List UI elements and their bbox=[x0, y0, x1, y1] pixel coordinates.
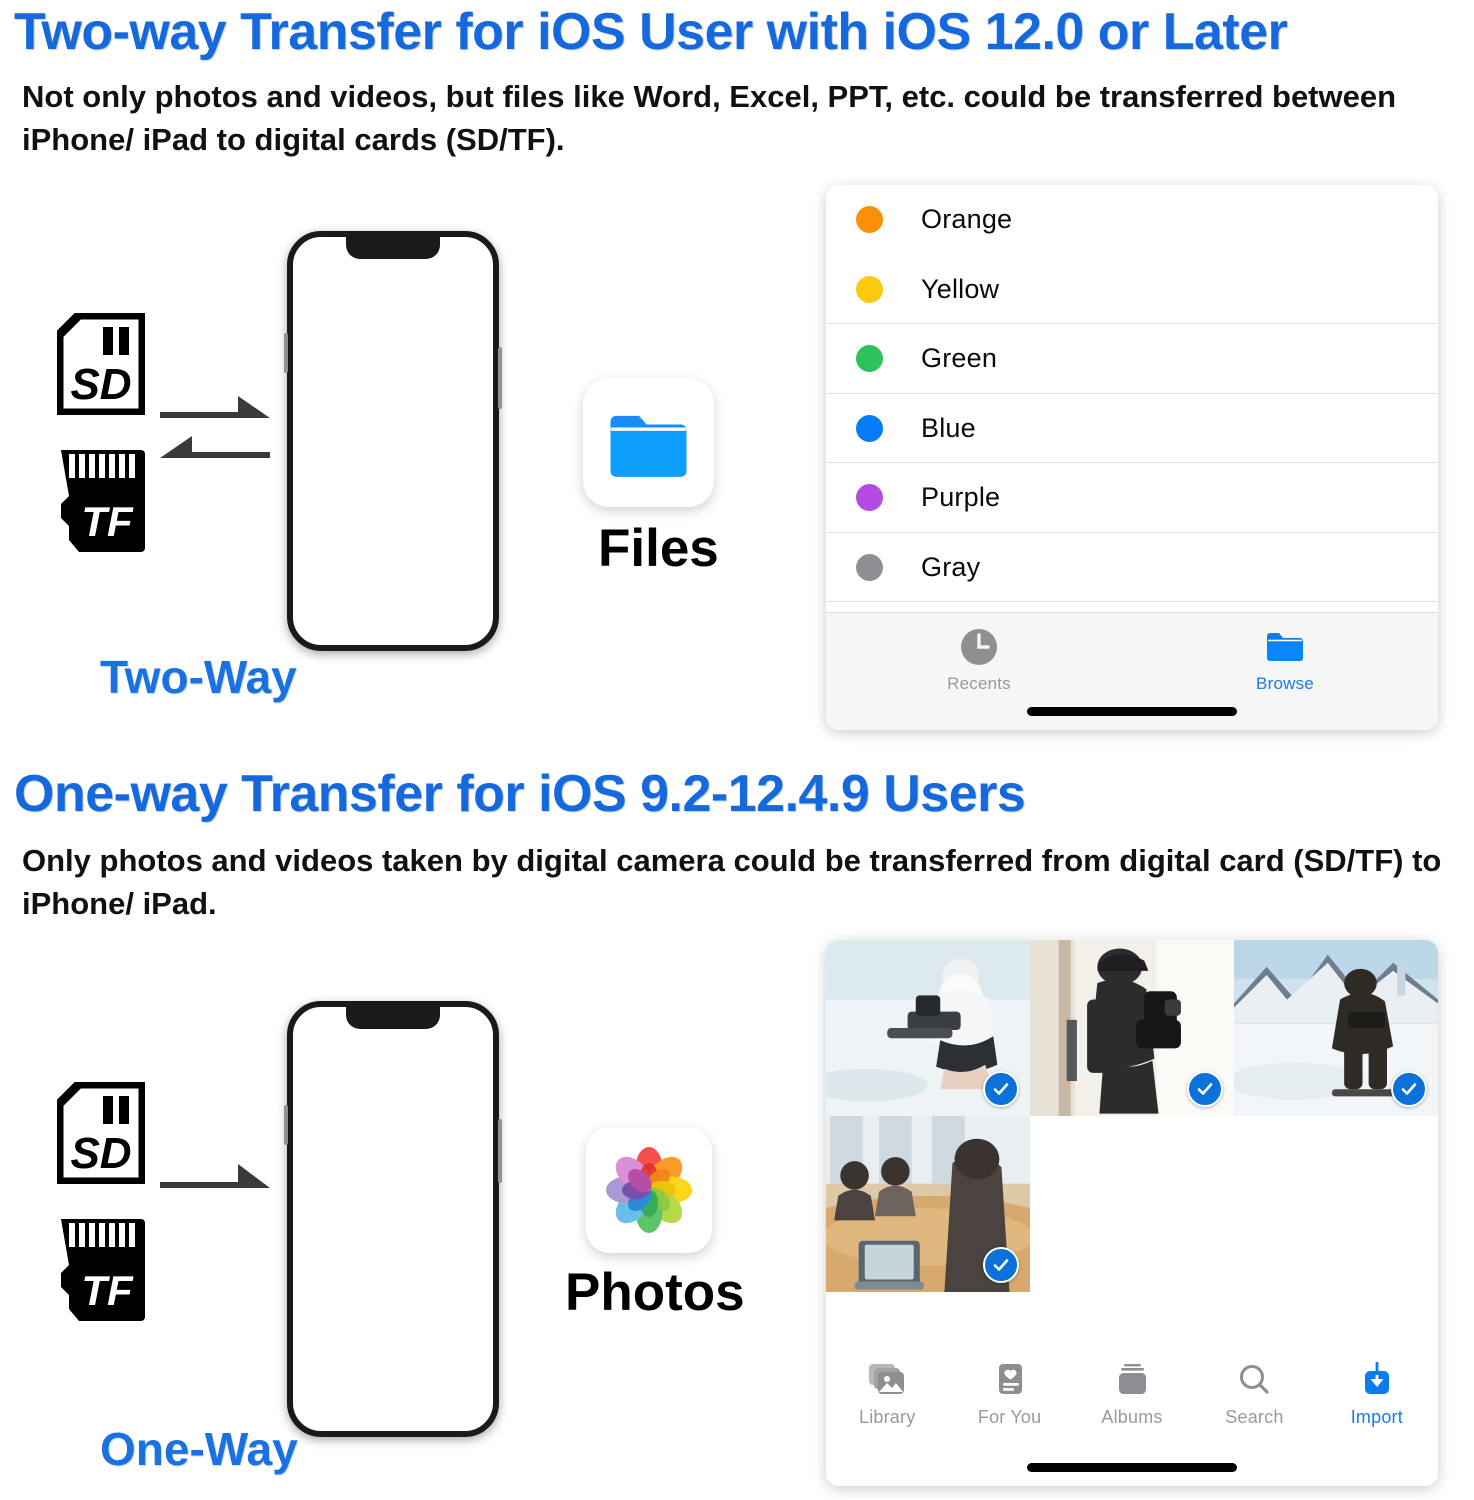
tab-search[interactable]: Search bbox=[1193, 1362, 1315, 1428]
list-item-label: Purple bbox=[921, 482, 1001, 513]
tab-label: Library bbox=[858, 1407, 916, 1427]
phone-notch bbox=[346, 237, 440, 259]
tab-library[interactable]: Library bbox=[826, 1362, 948, 1428]
tf-card-icon: TF bbox=[57, 448, 145, 554]
files-app-label: Files bbox=[598, 519, 719, 578]
photo-grid-empty-cell bbox=[1029, 1116, 1234, 1292]
sd-card-icon: SD bbox=[54, 1079, 148, 1187]
files-tab-bar: Recents Browse bbox=[826, 612, 1438, 730]
files-app-panel: Orange Yellow Green Blue Purple Gray Rec… bbox=[826, 185, 1438, 730]
for-you-card-icon bbox=[998, 1364, 1022, 1394]
photos-tab-bar: Library For You Albums Search Import bbox=[826, 1346, 1438, 1486]
files-folder-list: Orange Yellow Green Blue Purple Gray bbox=[826, 185, 1438, 612]
home-indicator bbox=[1027, 1463, 1237, 1472]
phone-volume-button bbox=[284, 333, 288, 373]
albums-icon bbox=[1119, 1364, 1147, 1394]
section-1-description: Not only photos and videos, but files li… bbox=[22, 79, 1397, 157]
phone-power-button bbox=[498, 347, 502, 409]
photos-pinwheel-icon bbox=[606, 1147, 692, 1233]
two-way-arrows-icon bbox=[160, 390, 270, 480]
blue-folder-icon bbox=[610, 415, 687, 477]
photo-selected-checkmark[interactable] bbox=[982, 1071, 1019, 1107]
list-item[interactable]: Green bbox=[826, 324, 1438, 394]
photo-thumbnail[interactable] bbox=[826, 940, 1030, 1116]
tab-for-you[interactable]: For You bbox=[948, 1362, 1070, 1428]
tab-albums[interactable]: Albums bbox=[1071, 1362, 1193, 1428]
photo-selected-checkmark[interactable] bbox=[1390, 1071, 1427, 1107]
files-app-icon[interactable] bbox=[583, 378, 714, 507]
svg-text:SD: SD bbox=[70, 1129, 131, 1178]
list-item-label: Orange bbox=[921, 204, 1013, 235]
photo-selected-checkmark[interactable] bbox=[1186, 1071, 1223, 1107]
tab-import[interactable]: Import bbox=[1316, 1362, 1438, 1428]
photo-thumbnail[interactable] bbox=[826, 1116, 1030, 1292]
color-dot-yellow bbox=[856, 275, 883, 303]
phone-power-button bbox=[498, 1119, 502, 1183]
list-item[interactable]: Purple bbox=[826, 463, 1438, 533]
list-item[interactable]: Orange bbox=[826, 185, 1438, 255]
photo-stack-icon bbox=[869, 1364, 905, 1394]
section-2-heading: One-way Transfer for iOS 9.2-12.4.9 User… bbox=[14, 765, 1026, 823]
tab-label: For You bbox=[977, 1407, 1042, 1427]
photo-grid-empty-cell bbox=[1233, 1116, 1438, 1292]
section-2-description: Only photos and videos taken by digital … bbox=[22, 843, 1442, 921]
photos-app-icon[interactable] bbox=[586, 1127, 712, 1253]
color-dot-purple bbox=[856, 484, 883, 512]
phone-notch bbox=[346, 1007, 440, 1029]
search-icon bbox=[1240, 1365, 1270, 1394]
two-way-label: Two-Way bbox=[100, 651, 297, 703]
iphone-mockup-bottom bbox=[284, 1001, 502, 1437]
tab-label: Albums bbox=[1101, 1407, 1163, 1427]
sd-card-icon: SD bbox=[54, 310, 148, 418]
one-way-label: One-Way bbox=[100, 1423, 298, 1475]
list-item[interactable]: Yellow bbox=[826, 255, 1438, 325]
photo-selected-checkmark[interactable] bbox=[982, 1247, 1019, 1283]
photos-app-label: Photos bbox=[565, 1263, 745, 1322]
section-1-heading: Two-way Transfer for iOS User with iOS 1… bbox=[14, 3, 1288, 61]
list-item-label: Gray bbox=[921, 551, 981, 582]
svg-text:TF: TF bbox=[81, 1267, 134, 1314]
svg-text:SD: SD bbox=[70, 360, 131, 409]
tab-recents[interactable]: Recents bbox=[826, 627, 1132, 694]
photos-app-panel: Library For You Albums Search Import bbox=[826, 940, 1438, 1486]
photo-thumbnail[interactable] bbox=[1233, 940, 1438, 1116]
photo-selection-grid bbox=[826, 940, 1438, 1346]
tab-label: Import bbox=[1350, 1407, 1403, 1427]
one-way-arrow-icon bbox=[160, 1160, 270, 1216]
tab-label: Recents bbox=[947, 674, 1011, 693]
import-down-arrow-icon bbox=[1364, 1362, 1389, 1394]
tab-label: Browse bbox=[1256, 674, 1314, 693]
iphone-mockup-top bbox=[284, 231, 502, 651]
list-item-label: Blue bbox=[921, 412, 976, 443]
color-dot-blue bbox=[856, 414, 883, 442]
infographic-page: Two-way Transfer for iOS User with iOS 1… bbox=[0, 0, 1474, 1500]
home-indicator bbox=[1027, 707, 1237, 716]
svg-text:TF: TF bbox=[81, 498, 134, 545]
color-dot-green bbox=[856, 345, 883, 373]
clock-icon bbox=[961, 629, 997, 665]
tab-browse[interactable]: Browse bbox=[1132, 627, 1438, 694]
folder-icon bbox=[1267, 633, 1303, 661]
list-item[interactable]: Blue bbox=[826, 394, 1438, 464]
list-item-label: Green bbox=[921, 343, 998, 374]
photo-thumbnail[interactable] bbox=[1029, 940, 1234, 1116]
color-dot-orange bbox=[856, 206, 883, 234]
phone-volume-button bbox=[284, 1105, 288, 1145]
list-item-label: Yellow bbox=[921, 273, 1000, 304]
color-dot-gray bbox=[856, 553, 883, 581]
tab-label: Search bbox=[1225, 1407, 1284, 1427]
list-item[interactable]: Gray bbox=[826, 533, 1438, 603]
tf-card-icon: TF bbox=[57, 1217, 145, 1323]
